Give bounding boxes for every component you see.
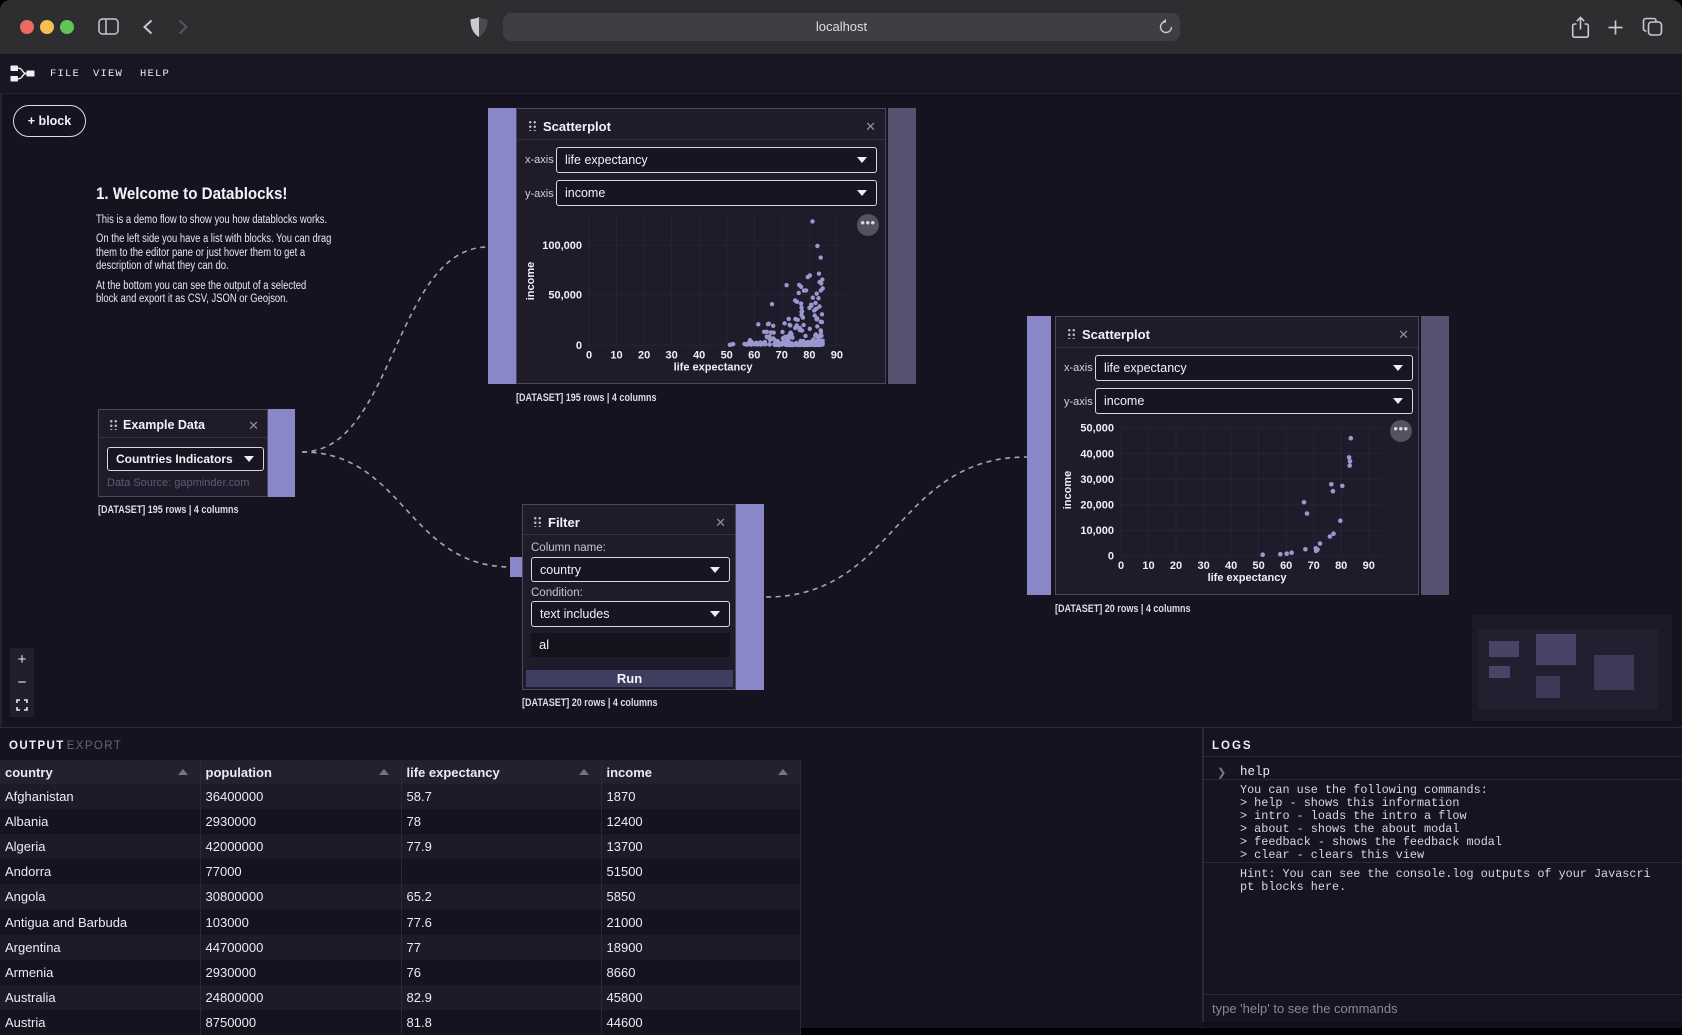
- svg-text:income: income: [1062, 471, 1074, 510]
- svg-text:50,000: 50,000: [1080, 423, 1114, 435]
- svg-text:60: 60: [748, 350, 760, 362]
- svg-text:80: 80: [803, 350, 815, 362]
- svg-text:60: 60: [1280, 560, 1292, 572]
- svg-text:0: 0: [1108, 551, 1114, 563]
- svg-text:30,000: 30,000: [1080, 474, 1114, 486]
- svg-text:20: 20: [638, 350, 650, 362]
- svg-text:10: 10: [1142, 560, 1154, 572]
- svg-text:life expectancy: life expectancy: [674, 362, 754, 374]
- svg-text:income: income: [525, 262, 537, 301]
- svg-text:20: 20: [1170, 560, 1182, 572]
- svg-text:40,000: 40,000: [1080, 448, 1114, 460]
- svg-text:40: 40: [693, 350, 705, 362]
- svg-text:30: 30: [1197, 560, 1209, 572]
- svg-text:70: 70: [1308, 560, 1320, 572]
- svg-text:50: 50: [1252, 560, 1264, 572]
- svg-text:10,000: 10,000: [1080, 525, 1114, 537]
- svg-text:100,000: 100,000: [542, 240, 582, 252]
- svg-text:80: 80: [1335, 560, 1347, 572]
- svg-text:40: 40: [1225, 560, 1237, 572]
- svg-text:70: 70: [776, 350, 788, 362]
- svg-text:30: 30: [665, 350, 677, 362]
- svg-text:0: 0: [1118, 560, 1124, 572]
- svg-text:50: 50: [721, 350, 733, 362]
- svg-text:90: 90: [1363, 560, 1375, 572]
- svg-text:life expectancy: life expectancy: [1208, 572, 1288, 584]
- svg-text:90: 90: [831, 350, 843, 362]
- svg-text:50,000: 50,000: [548, 289, 582, 301]
- svg-text:20,000: 20,000: [1080, 500, 1114, 512]
- svg-text:0: 0: [586, 350, 592, 362]
- svg-text:10: 10: [610, 350, 622, 362]
- svg-text:0: 0: [576, 340, 582, 352]
